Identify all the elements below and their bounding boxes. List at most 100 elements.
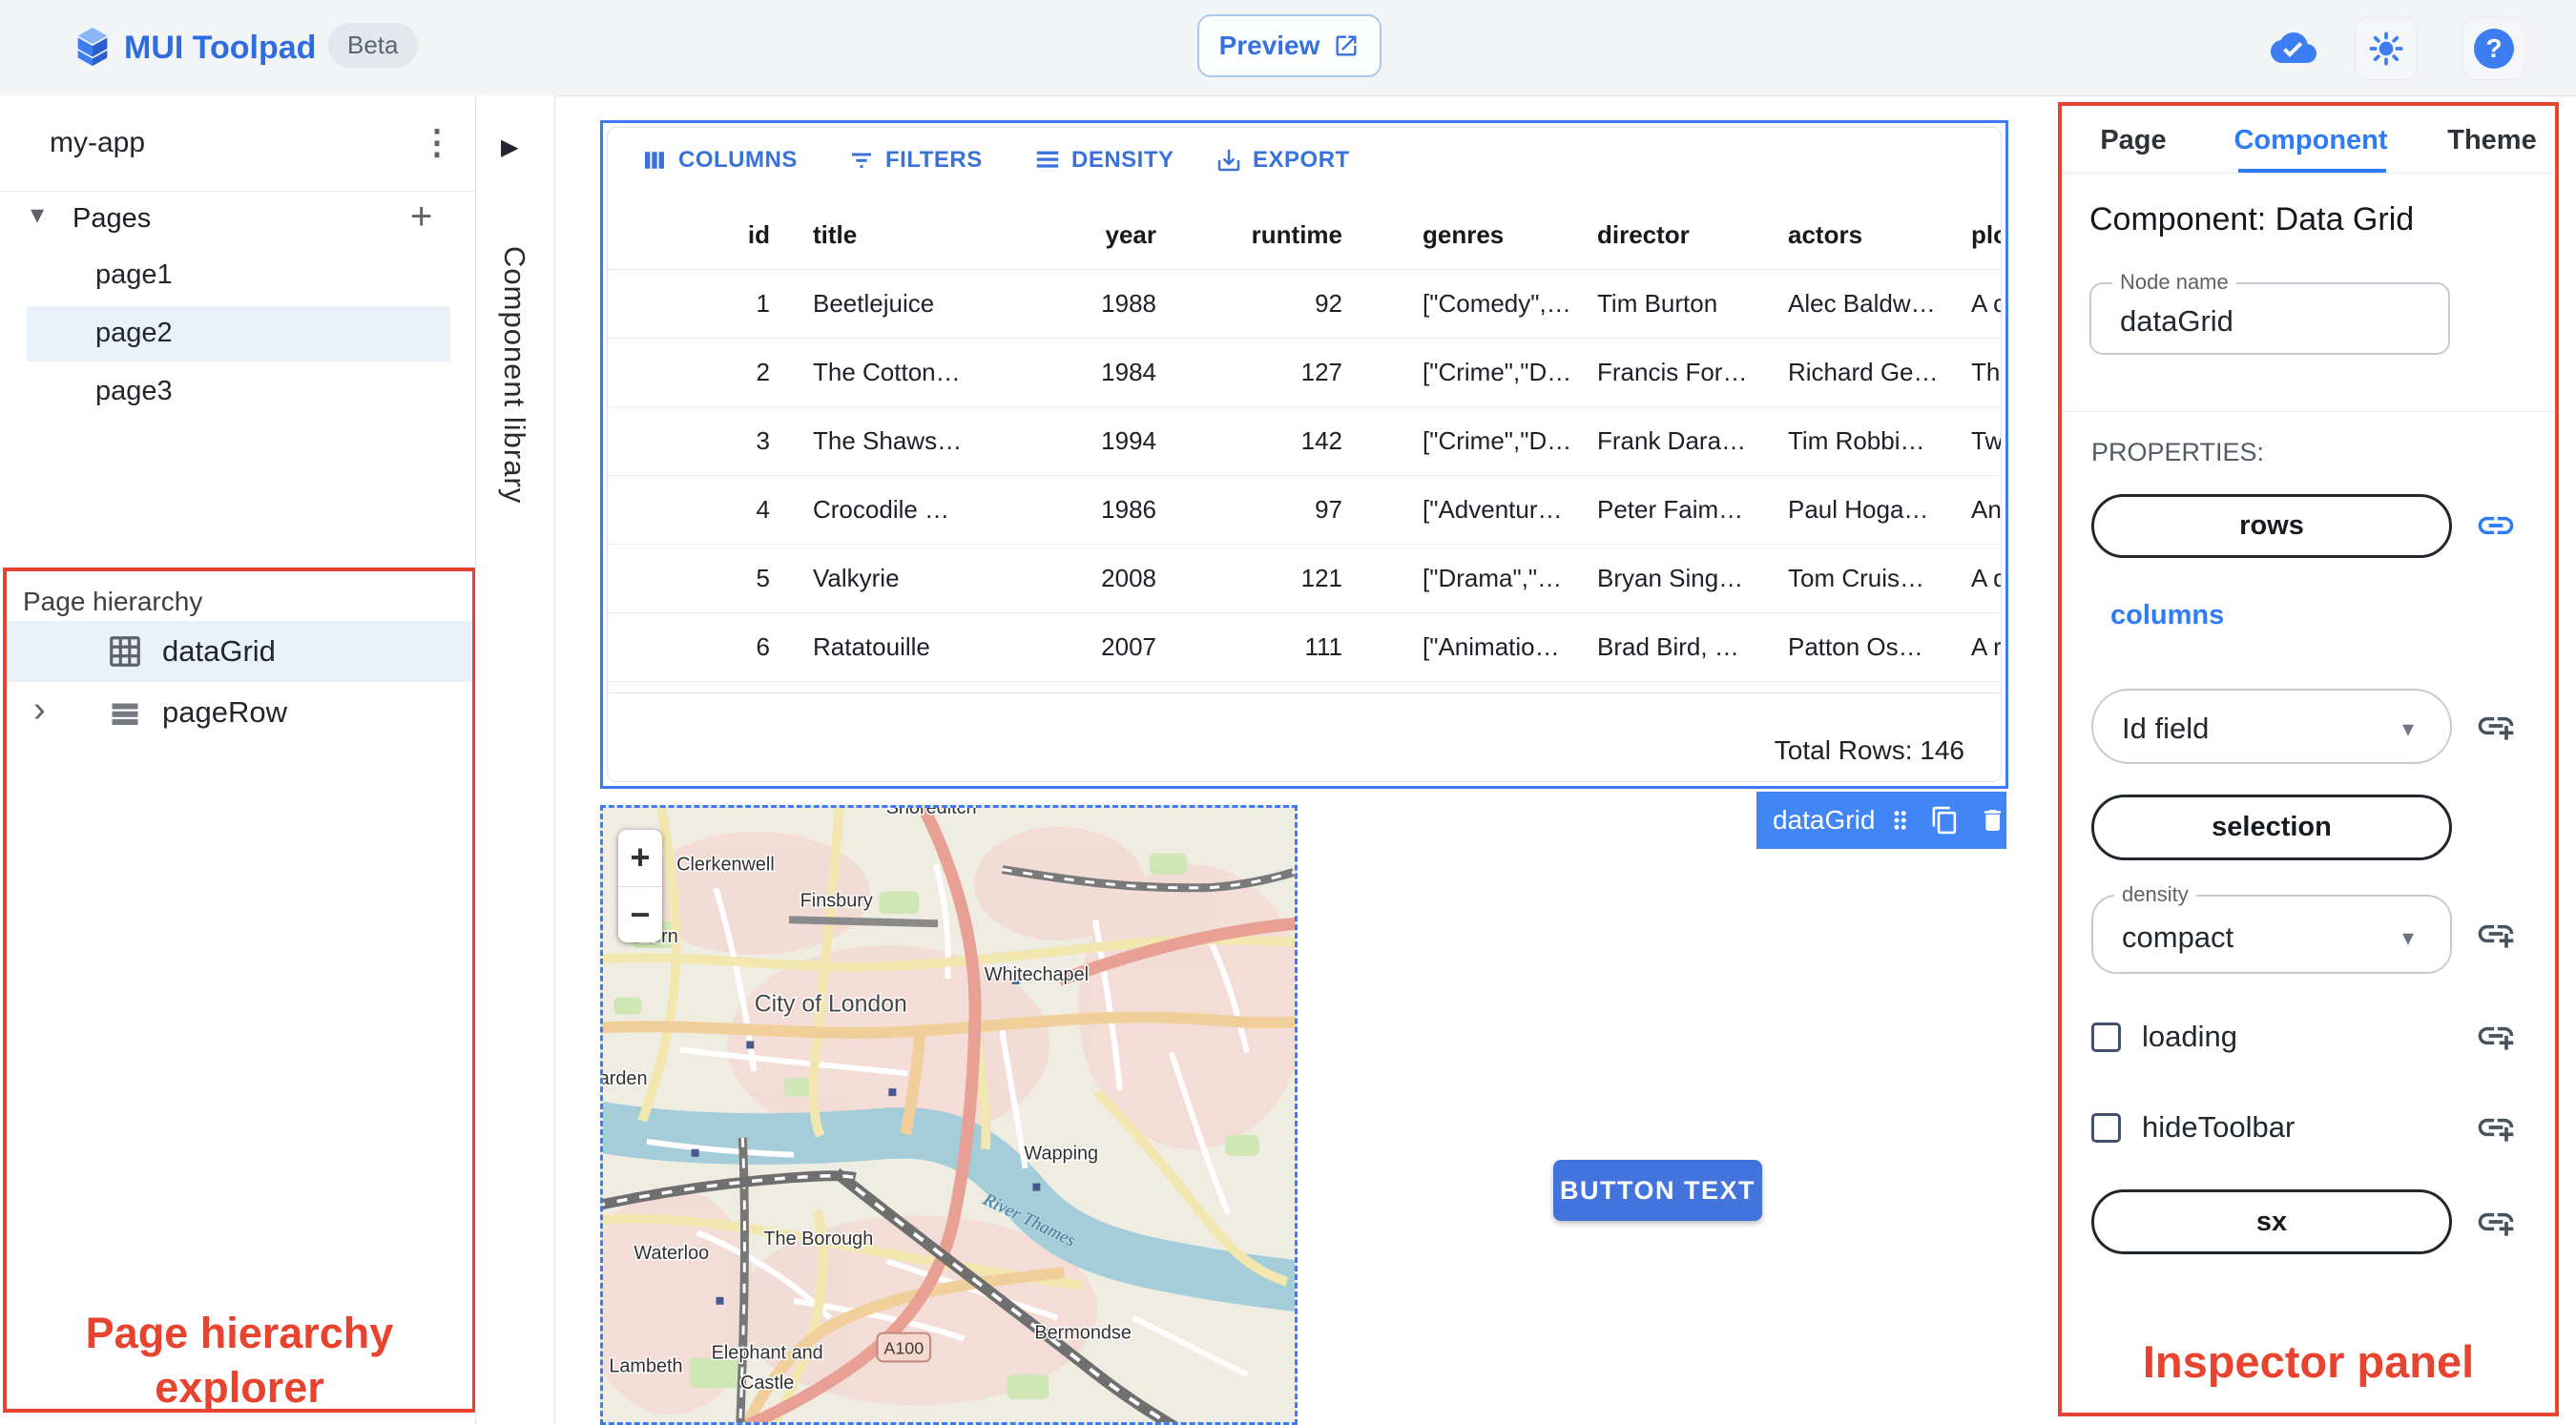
cell-plot: The bbox=[1971, 358, 2001, 386]
map-label-lambeth: Lambeth bbox=[609, 1355, 682, 1376]
density-toolbar-button[interactable]: DENSITY bbox=[1028, 145, 1180, 176]
hide-toolbar-checkbox[interactable] bbox=[2091, 1113, 2121, 1143]
rows-binding-link-icon[interactable] bbox=[2475, 505, 2517, 547]
add-page-button[interactable]: + bbox=[410, 196, 432, 238]
column-header-id[interactable]: id bbox=[663, 200, 770, 269]
sidebar-divider bbox=[0, 191, 475, 192]
cell-genres: ["Drama","… bbox=[1423, 564, 1563, 592]
map-canvas: A100 Shoreditch Clerkenwell Finsbury bor… bbox=[603, 808, 1295, 1422]
project-menu-kebab-icon[interactable]: ⋮ bbox=[420, 122, 454, 162]
pagerow-expand-chevron-icon[interactable]: › bbox=[33, 690, 46, 731]
loading-add-binding-icon[interactable] bbox=[2475, 1015, 2517, 1057]
density-add-binding-icon[interactable] bbox=[2475, 913, 2517, 955]
delete-icon[interactable] bbox=[1979, 805, 2006, 836]
expand-panel-icon[interactable]: ▶ bbox=[501, 134, 518, 161]
sidebar-item-page2-selected[interactable]: page2 bbox=[27, 306, 450, 361]
hide-toolbar-add-binding-icon[interactable] bbox=[2475, 1106, 2517, 1148]
cell-plot: An A bbox=[1971, 495, 2002, 524]
datagrid-component-selection[interactable]: COLUMNS FILTERS DENSITY EXPORT id title bbox=[600, 120, 2008, 789]
table-row[interactable]: 1 Beetlejuice 1988 92 ["Comedy",… Tim Bu… bbox=[608, 269, 2001, 339]
sidebar-item-page3[interactable]: page3 bbox=[27, 364, 450, 420]
total-rows-count: Total Rows: 146 bbox=[1774, 735, 1964, 765]
column-header-title[interactable]: title bbox=[813, 200, 1008, 269]
drag-handle-icon[interactable] bbox=[1886, 805, 1914, 836]
cell-actors: Tim Robbi… bbox=[1788, 426, 1925, 455]
cell-runtime: 92 bbox=[1315, 289, 1342, 318]
hierarchy-item-datagrid[interactable]: dataGrid bbox=[7, 621, 472, 682]
cell-title: Ratatouille bbox=[813, 632, 930, 661]
theme-toggle-button[interactable] bbox=[2355, 17, 2418, 80]
column-header-genres[interactable]: genres bbox=[1423, 200, 1587, 269]
column-header-plot[interactable]: plot bbox=[1971, 200, 2001, 269]
cell-id: 5 bbox=[756, 564, 770, 592]
tabs-divider bbox=[2062, 173, 2555, 174]
node-name-value: dataGrid bbox=[2120, 304, 2233, 338]
sx-add-binding-icon[interactable] bbox=[2475, 1201, 2517, 1243]
section-divider bbox=[2062, 411, 2555, 412]
sidebar-item-page1[interactable]: page1 bbox=[27, 248, 450, 303]
map-label-whitechapel: Whitechapel bbox=[985, 964, 1089, 985]
selection-property-button[interactable]: selection bbox=[2091, 795, 2452, 860]
help-icon: ? bbox=[2474, 29, 2514, 69]
map-label-finsbury: Finsbury bbox=[800, 890, 873, 911]
map-component[interactable]: A100 Shoreditch Clerkenwell Finsbury bor… bbox=[600, 805, 1298, 1425]
hierarchy-pagerow-label: pageRow bbox=[162, 695, 287, 729]
help-button[interactable]: ? bbox=[2462, 17, 2525, 80]
tab-theme[interactable]: Theme bbox=[2430, 115, 2554, 165]
component-library-panel[interactable]: ▶ Component library bbox=[475, 95, 555, 1425]
canvas-button-component[interactable]: BUTTON TEXT bbox=[1553, 1160, 1762, 1221]
beta-badge: Beta bbox=[328, 23, 418, 68]
node-name-field[interactable]: Node name dataGrid bbox=[2089, 270, 2450, 355]
table-row[interactable]: 2 The Cotton… 1984 127 ["Crime","D… Fran… bbox=[608, 338, 2001, 407]
inspector-annotation-text: Inspector panel bbox=[2142, 1336, 2475, 1387]
light-mode-icon bbox=[2369, 31, 2403, 66]
tab-component[interactable]: Component bbox=[2224, 115, 2398, 165]
cell-id: 6 bbox=[756, 632, 770, 661]
properties-label: PROPERTIES: bbox=[2091, 438, 2265, 466]
preview-button[interactable]: Preview bbox=[1197, 14, 1381, 77]
row-layout-icon bbox=[112, 703, 138, 725]
map-label-city-of-london: City of London bbox=[755, 992, 907, 1018]
cell-runtime: 127 bbox=[1300, 358, 1342, 386]
table-row[interactable]: 3 The Shaws… 1994 142 ["Crime","D… Frank… bbox=[608, 406, 2001, 476]
zoom-out-button[interactable]: − bbox=[618, 887, 662, 943]
column-header-runtime[interactable]: runtime bbox=[1190, 200, 1342, 269]
export-toolbar-button[interactable]: EXPORT bbox=[1209, 145, 1356, 176]
cell-director: Peter Faim… bbox=[1597, 495, 1744, 524]
hierarchy-item-pagerow[interactable]: › pageRow bbox=[7, 682, 472, 743]
zoom-in-button[interactable]: + bbox=[618, 830, 662, 887]
column-header-actors[interactable]: actors bbox=[1788, 200, 1958, 269]
loading-checkbox[interactable] bbox=[2091, 1022, 2121, 1052]
pages-section-label[interactable]: Pages bbox=[73, 203, 151, 235]
cell-id: 2 bbox=[756, 358, 770, 386]
id-field-value: Id field bbox=[2122, 712, 2210, 745]
density-select[interactable]: density compact ▾ bbox=[2091, 882, 2452, 974]
cell-runtime: 142 bbox=[1300, 426, 1342, 455]
id-field-add-binding-icon[interactable] bbox=[2475, 705, 2517, 747]
map-label-elephant-1: Elephant and bbox=[712, 1342, 823, 1363]
table-row[interactable]: 6 Ratatouille 2007 111 ["Animatio… Brad … bbox=[608, 612, 2001, 682]
density-icon bbox=[1036, 151, 1059, 172]
datagrid-selection-chip: dataGrid bbox=[1756, 792, 2006, 849]
map-label-clerkenwell: Clerkenwell bbox=[676, 855, 775, 876]
cell-title: Beetlejuice bbox=[813, 289, 935, 318]
app-window: MUI Toolpad Beta Preview ? my-app ⋮ ▾ Pa… bbox=[0, 0, 2576, 1425]
rows-property-button[interactable]: rows bbox=[2091, 494, 2452, 558]
cell-genres: ["Crime","D… bbox=[1423, 358, 1572, 386]
column-header-year[interactable]: year bbox=[1018, 200, 1157, 269]
cell-runtime: 111 bbox=[1304, 632, 1342, 661]
filters-toolbar-button[interactable]: FILTERS bbox=[841, 145, 988, 176]
tab-page[interactable]: Page bbox=[2076, 115, 2191, 165]
id-field-select[interactable]: Id field ▾ bbox=[2091, 689, 2452, 764]
columns-toolbar-button[interactable]: COLUMNS bbox=[634, 145, 803, 176]
hierarchy-datagrid-label: dataGrid bbox=[162, 634, 276, 668]
columns-property-link[interactable]: columns bbox=[2110, 600, 2224, 631]
column-header-director[interactable]: director bbox=[1597, 200, 1774, 269]
table-row[interactable]: 5 Valkyrie 2008 121 ["Drama","… Bryan Si… bbox=[608, 544, 2001, 613]
duplicate-icon[interactable] bbox=[1930, 804, 1960, 836]
cell-title: The Shaws… bbox=[813, 426, 963, 455]
pages-expand-chevron-icon[interactable]: ▾ bbox=[31, 198, 44, 230]
table-row[interactable]: 4 Crocodile … 1986 97 ["Adventur… Peter … bbox=[608, 475, 2001, 545]
preview-button-label: Preview bbox=[1218, 31, 1320, 60]
sx-property-button[interactable]: sx bbox=[2091, 1189, 2452, 1254]
